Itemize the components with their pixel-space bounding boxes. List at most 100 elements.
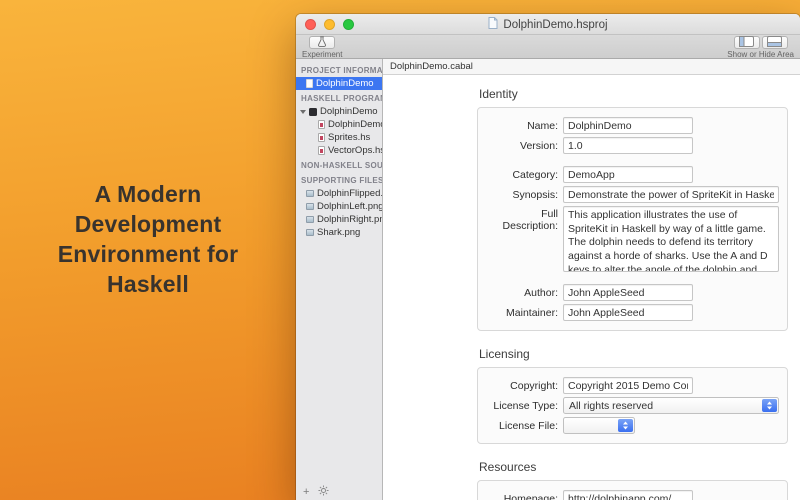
version-input[interactable] (563, 137, 693, 154)
sidebar-item-label: DolphinFlipped.png (317, 188, 382, 199)
sidebar-item-sprites-hs[interactable]: Sprites.hs (296, 131, 382, 144)
experiment-tool: Experiment (302, 35, 343, 59)
editor-area: DolphinDemo.cabal Identity Name: Version… (383, 59, 800, 500)
experiment-flask-icon (317, 35, 327, 50)
cabal-form: Identity Name: Version: Category: (383, 75, 800, 500)
experiment-button[interactable] (309, 35, 336, 50)
category-row: Category: (486, 166, 779, 183)
copyright-label: Copyright: (510, 379, 558, 392)
synopsis-label: Synopsis: (512, 188, 558, 201)
sidebar-footer: + (296, 484, 382, 500)
close-button[interactable] (305, 19, 316, 30)
show-hide-area-tool: Show or Hide Area (727, 35, 794, 59)
show-hide-area-label: Show or Hide Area (727, 50, 794, 59)
sidebar-item-label: DolphinRight.png (317, 214, 382, 225)
window-title: DolphinDemo.hsproj (503, 18, 608, 31)
sidebar-header-non-haskell-sources: NON-HASKELL SOURC… (301, 161, 382, 170)
name-row: Name: (486, 117, 779, 134)
identity-section-title: Identity (479, 87, 518, 101)
category-input[interactable] (563, 166, 693, 183)
experiment-label: Experiment (302, 50, 343, 59)
jump-bar-path: DolphinDemo.cabal (390, 61, 473, 72)
window-title-area: DolphinDemo.hsproj (296, 14, 800, 35)
synopsis-row: Synopsis: (486, 186, 779, 203)
author-label: Author: (524, 286, 558, 299)
sidebar-item-dolphinright-png[interactable]: DolphinRight.png (296, 213, 382, 226)
sidebar-header-supporting-files: SUPPORTING FILES (301, 176, 382, 185)
license-type-row: License Type: All rights reserved (486, 397, 779, 414)
action-gear-button[interactable] (318, 483, 329, 500)
full-description-textarea[interactable]: This application illustrates the use of … (563, 206, 779, 272)
license-file-row: License File: (486, 417, 779, 434)
license-type-label: License Type: (493, 399, 558, 412)
module-icon (309, 107, 317, 116)
toggle-left-pane-button[interactable] (733, 35, 760, 50)
homepage-row: Homepage: (486, 490, 779, 500)
version-label: Version: (520, 139, 558, 152)
sidebar-item-project-dolphindemo[interactable]: DolphinDemo (296, 77, 382, 90)
copyright-row: Copyright: (486, 377, 779, 394)
jump-bar[interactable]: DolphinDemo.cabal (383, 59, 800, 75)
app-window: DolphinDemo.hsproj Experiment Show or Hi… (296, 14, 800, 500)
window-toolbar: Experiment Show or Hide Area (296, 35, 800, 59)
sidebar-item-label: DolphinLeft.png (317, 201, 382, 212)
sidebar-item-label: DolphinDemo (316, 78, 374, 89)
maintainer-input[interactable] (563, 304, 693, 321)
copyright-input[interactable] (563, 377, 693, 394)
identity-group-box: Name: Version: Category: Synopsis: (477, 107, 788, 331)
window-content: PROJECT INFORMATION DolphinDemo HASKELL … (296, 59, 800, 500)
sidebar-item-dolphinleft-png[interactable]: DolphinLeft.png (296, 200, 382, 213)
project-file-icon (306, 79, 313, 88)
maintainer-label: Maintainer: (506, 306, 558, 319)
version-row: Version: (486, 137, 779, 154)
sidebar-header-haskell-program-code: HASKELL PROGRAM C… (301, 94, 382, 103)
desktop-background: A Modern Development Environment for Has… (0, 0, 800, 500)
sidebar-item-shark-png[interactable]: Shark.png (296, 226, 382, 239)
left-pane-icon (739, 35, 755, 50)
window-titlebar: DolphinDemo.hsproj (296, 14, 800, 35)
traffic-lights (305, 19, 354, 30)
full-description-label: Full Description: (502, 208, 558, 232)
name-input[interactable] (563, 117, 693, 134)
sidebar-item-dolphinflipped-png[interactable]: DolphinFlipped.png (296, 187, 382, 200)
full-description-row: Full Description: This application illus… (486, 206, 779, 272)
haskell-file-icon (318, 120, 325, 129)
zoom-button[interactable] (343, 19, 354, 30)
author-row: Author: (486, 284, 779, 301)
haskell-file-icon (318, 146, 325, 155)
licensing-section-title: Licensing (479, 347, 530, 361)
sidebar-item-folder-dolphindemo[interactable]: DolphinDemo (296, 105, 382, 118)
homepage-label: Homepage: (503, 492, 558, 500)
sidebar-item-label: Shark.png (317, 227, 361, 238)
sidebar-item-label: Sprites.hs (328, 132, 371, 143)
sidebar-item-vectorops-hs[interactable]: VectorOps.hs (296, 144, 382, 157)
image-file-icon (306, 190, 314, 197)
stepper-arrows-icon (762, 399, 777, 412)
sidebar-item-label: DolphinDemo (320, 106, 378, 117)
homepage-input[interactable] (563, 490, 693, 500)
stepper-arrows-icon (618, 419, 633, 432)
license-type-value: All rights reserved (569, 399, 654, 412)
panel-toggle-group (733, 35, 788, 50)
sidebar-item-label: DolphinDemo.hs (328, 119, 382, 130)
sidebar-header-project-information: PROJECT INFORMATION (301, 66, 382, 75)
toggle-bottom-pane-button[interactable] (761, 36, 788, 49)
sidebar-item-label: VectorOps.hs (328, 145, 382, 156)
name-label: Name: (527, 119, 558, 132)
license-type-select[interactable]: All rights reserved (563, 397, 779, 414)
license-file-label: License File: (499, 419, 558, 432)
resources-group-box: Homepage: Bug Reports: Package URL: (477, 480, 788, 500)
add-file-button[interactable]: + (303, 486, 309, 498)
license-file-select[interactable] (563, 417, 635, 434)
author-input[interactable] (563, 284, 693, 301)
minimize-button[interactable] (324, 19, 335, 30)
image-file-icon (306, 216, 314, 223)
image-file-icon (306, 203, 314, 210)
project-sidebar: PROJECT INFORMATION DolphinDemo HASKELL … (296, 59, 383, 500)
synopsis-input[interactable] (563, 186, 779, 203)
disclosure-triangle-icon[interactable] (300, 109, 306, 114)
category-label: Category: (512, 168, 558, 181)
licensing-group-box: Copyright: License Type: All rights rese… (477, 367, 788, 444)
document-icon (488, 17, 498, 32)
sidebar-item-dolphindemo-hs[interactable]: DolphinDemo.hs (296, 118, 382, 131)
